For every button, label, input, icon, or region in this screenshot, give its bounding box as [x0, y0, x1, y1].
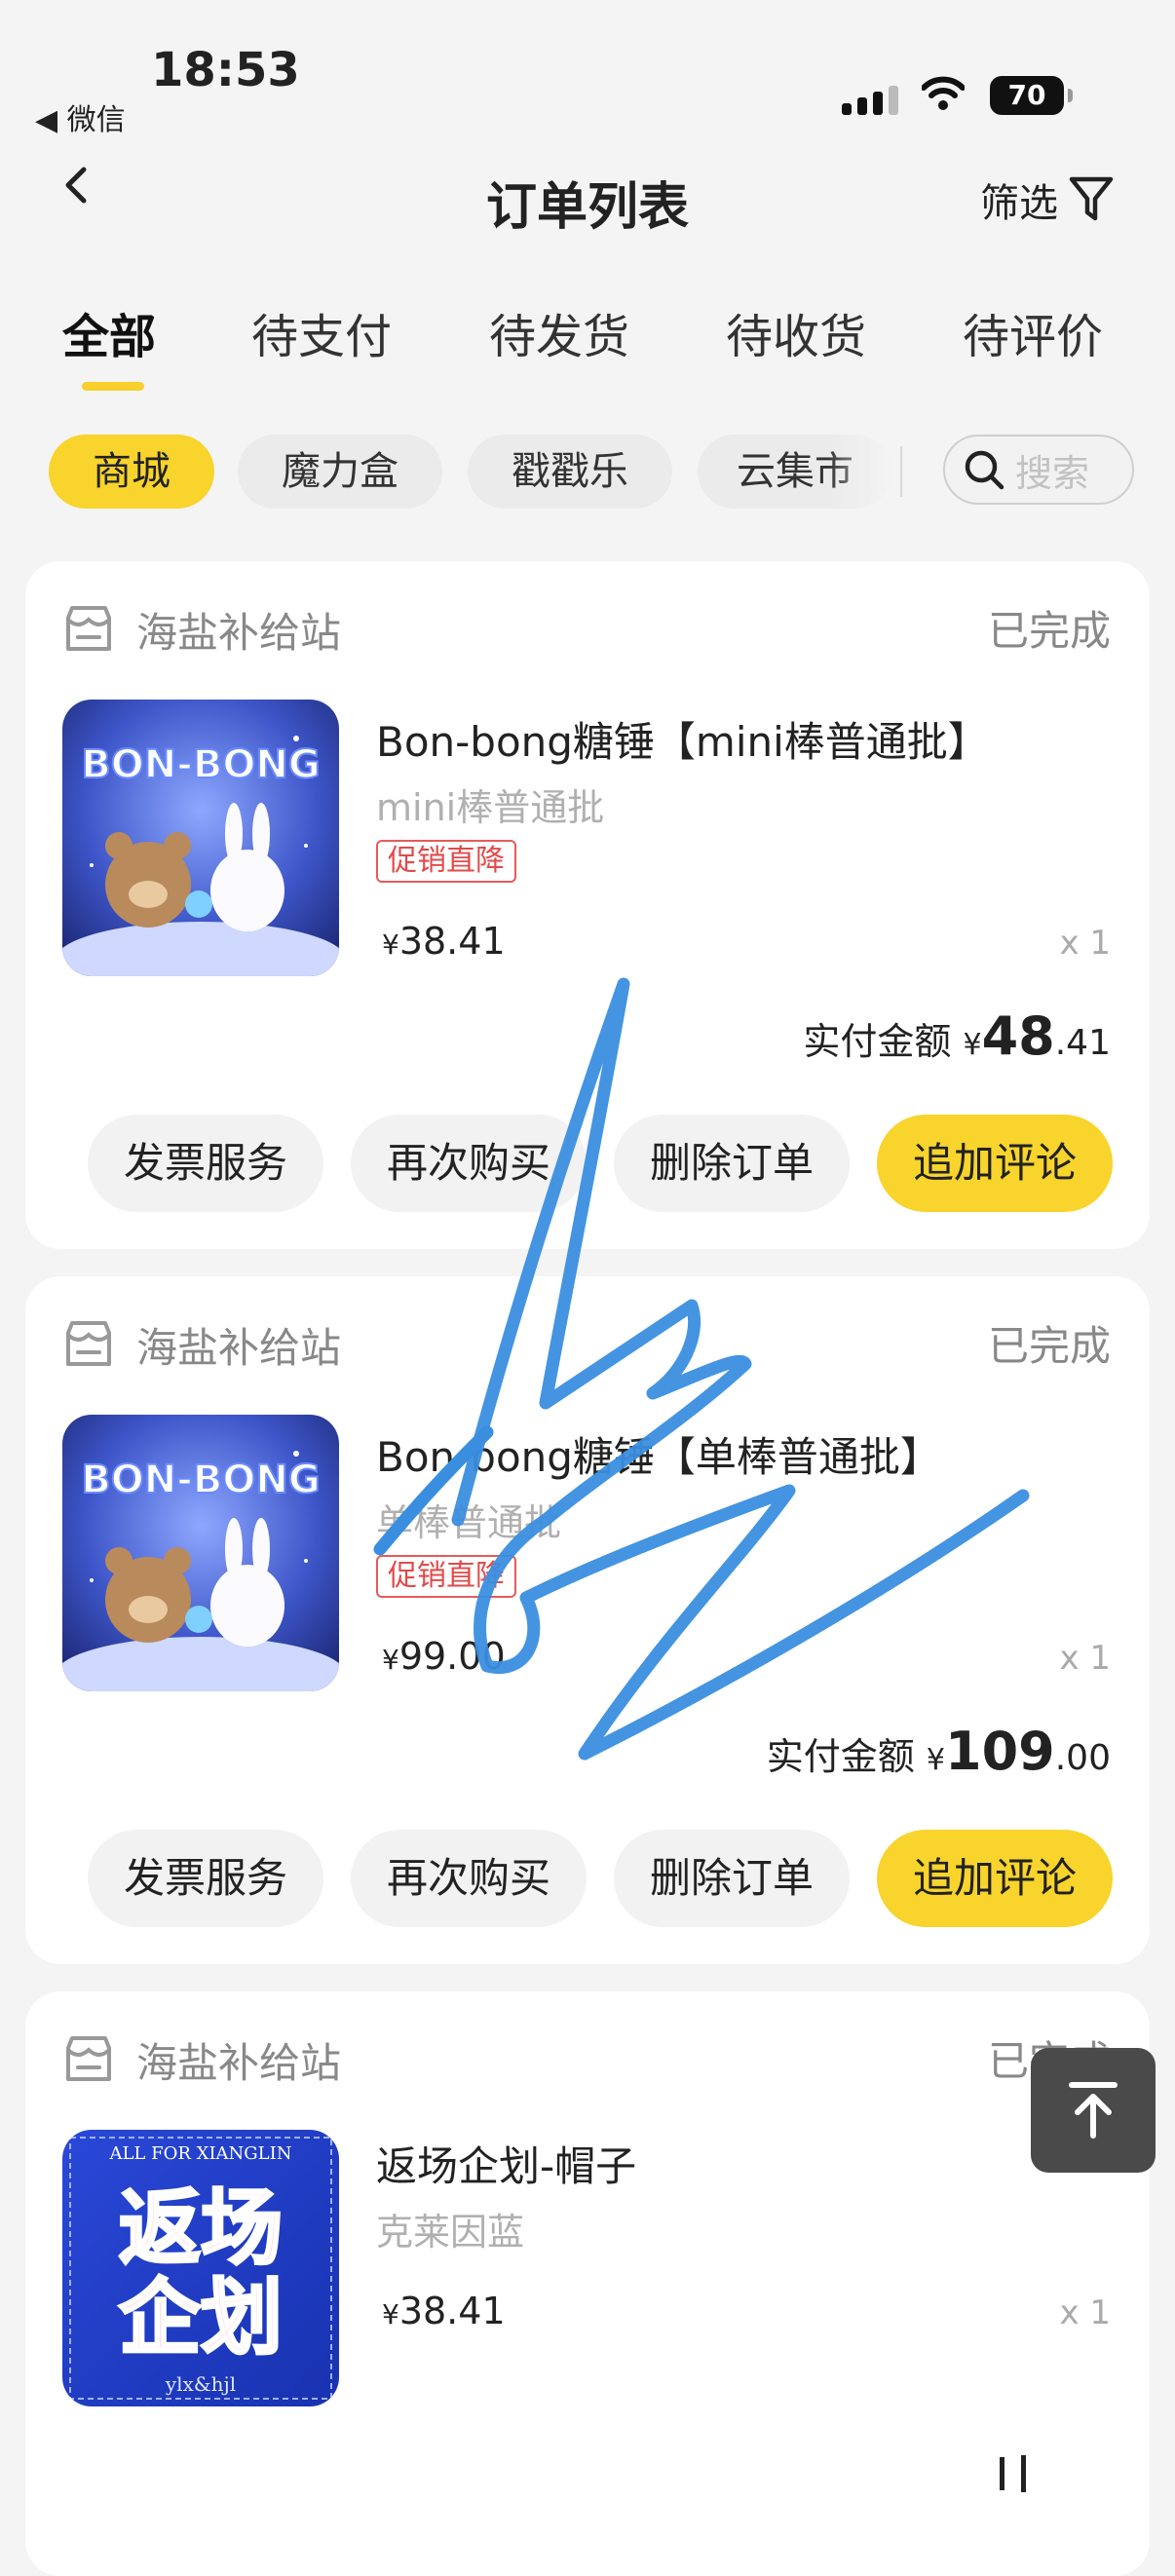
search-icon [965, 450, 1004, 490]
order-status: 已完成 [987, 607, 1111, 655]
chip-poke-fun[interactable]: 戳戳乐 [468, 435, 672, 509]
unit-price: ¥99.00 [382, 1635, 506, 1678]
chip-mall[interactable]: 商城 [49, 435, 214, 509]
tab-pending-shipment[interactable]: 待发货 [489, 298, 629, 366]
order-actions: 发票服务 再次购买 删除订单 追加评论 [88, 1830, 1113, 1927]
paid-amount: 实付金额 ¥109.00 [766, 1721, 1111, 1782]
search-placeholder: 搜索 [1015, 451, 1090, 495]
order-card[interactable]: 海盐补给站 已完成 ALL FOR XIANGLIN 返场 企划 ylx&hjl… [25, 1991, 1150, 2576]
shop-icon [66, 606, 111, 651]
product-image[interactable]: BON-BONG [62, 1415, 339, 1691]
tab-pending-review[interactable]: 待评价 [963, 298, 1103, 366]
product-image[interactable]: BON-BONG [62, 700, 339, 976]
promo-badge: 促销直降 [376, 840, 516, 883]
shop-name[interactable]: 海盐补给站 [136, 600, 341, 660]
thumb-top-text: ALL FOR XIANGLIN [108, 2143, 291, 2164]
order-actions: 发票服务 再次购买 删除订单 追加评论 [88, 1115, 1113, 1212]
delete-order-button[interactable]: 删除订单 [614, 1830, 850, 1927]
product-spec: 单棒普通批 [376, 1501, 562, 1544]
shop-name[interactable]: 海盐补给站 [136, 1315, 341, 1375]
add-review-button[interactable]: 追加评论 [877, 1830, 1113, 1927]
shop-name[interactable]: 海盐补给站 [136, 2030, 341, 2090]
shop-icon [66, 2036, 111, 2081]
quantity: x 1 [1059, 1639, 1111, 1678]
product-spec: mini棒普通批 [376, 786, 605, 829]
product-name[interactable]: Bon-bong糖锤【单棒普通批】 [376, 1424, 941, 1484]
order-card[interactable]: 海盐补给站 已完成 BON-BONG Bon-bong糖锤【mini棒普通批】 … [25, 561, 1150, 1249]
invoice-button[interactable]: 发票服务 [88, 1830, 323, 1927]
delete-order-button[interactable]: 删除订单 [614, 1115, 850, 1212]
thumb-title-line2: 企划 [119, 2270, 283, 2366]
product-name[interactable]: 返场企划-帽子 [376, 2134, 636, 2193]
chip-magic-box[interactable]: 魔力盒 [238, 435, 442, 509]
filter-funnel-icon [1069, 176, 1114, 221]
unit-price: ¥38.41 [382, 920, 506, 963]
product-spec: 克莱因蓝 [376, 2211, 525, 2254]
filter-button[interactable]: 筛选 [980, 171, 1115, 228]
add-review-button[interactable]: 追加评论 [877, 1115, 1113, 1212]
buy-again-button[interactable]: 再次购买 [351, 1830, 587, 1927]
back-to-wechat[interactable]: ◀ 微信 [35, 95, 126, 138]
cellular-signal-icon [842, 86, 898, 115]
partial-text-fragment [1000, 2455, 1026, 2492]
thumb-bottom-text: ylx&hjl [165, 2372, 236, 2396]
status-time: 18:53 [151, 43, 300, 97]
promo-badge: 促销直降 [376, 1555, 516, 1598]
tab-all[interactable]: 全部 [62, 298, 156, 366]
thumb-title-line1: 返场 [119, 2180, 283, 2276]
active-tab-indicator [82, 382, 144, 391]
quantity: x 1 [1059, 2293, 1111, 2332]
product-name[interactable]: Bon-bong糖锤【mini棒普通批】 [376, 709, 989, 769]
unit-price: ¥38.41 [382, 2290, 506, 2332]
invoice-button[interactable]: 发票服务 [88, 1115, 323, 1212]
quantity: x 1 [1059, 924, 1111, 963]
buy-again-button[interactable]: 再次购买 [351, 1115, 587, 1212]
tab-pending-payment[interactable]: 待支付 [251, 298, 392, 366]
thumb-brand-text: BON-BONG [81, 742, 320, 787]
filter-label: 筛选 [980, 181, 1058, 226]
arrow-up-to-top-icon [1069, 2082, 1118, 2139]
wifi-icon [922, 76, 965, 110]
order-status: 已完成 [987, 1322, 1111, 1370]
product-image[interactable]: ALL FOR XIANGLIN 返场 企划 ylx&hjl [62, 2130, 339, 2406]
battery-icon: 70 [990, 76, 1073, 115]
thumb-brand-text: BON-BONG [81, 1458, 320, 1502]
divider [900, 446, 902, 497]
chip-scroll-fade [828, 435, 896, 509]
paid-amount: 实付金额 ¥48.41 [803, 1005, 1111, 1067]
search-box[interactable]: 搜索 [943, 435, 1134, 505]
scroll-to-top-button[interactable] [1031, 2048, 1156, 2173]
shop-icon [66, 1321, 111, 1366]
order-card[interactable]: 海盐补给站 已完成 BON-BONG Bon-bong糖锤【单棒普通批】 单棒普… [25, 1276, 1150, 1964]
tab-pending-receipt[interactable]: 待收货 [726, 298, 866, 366]
order-status-tabs: 全部 待支付 待发货 待收货 待评价 [0, 298, 1175, 396]
